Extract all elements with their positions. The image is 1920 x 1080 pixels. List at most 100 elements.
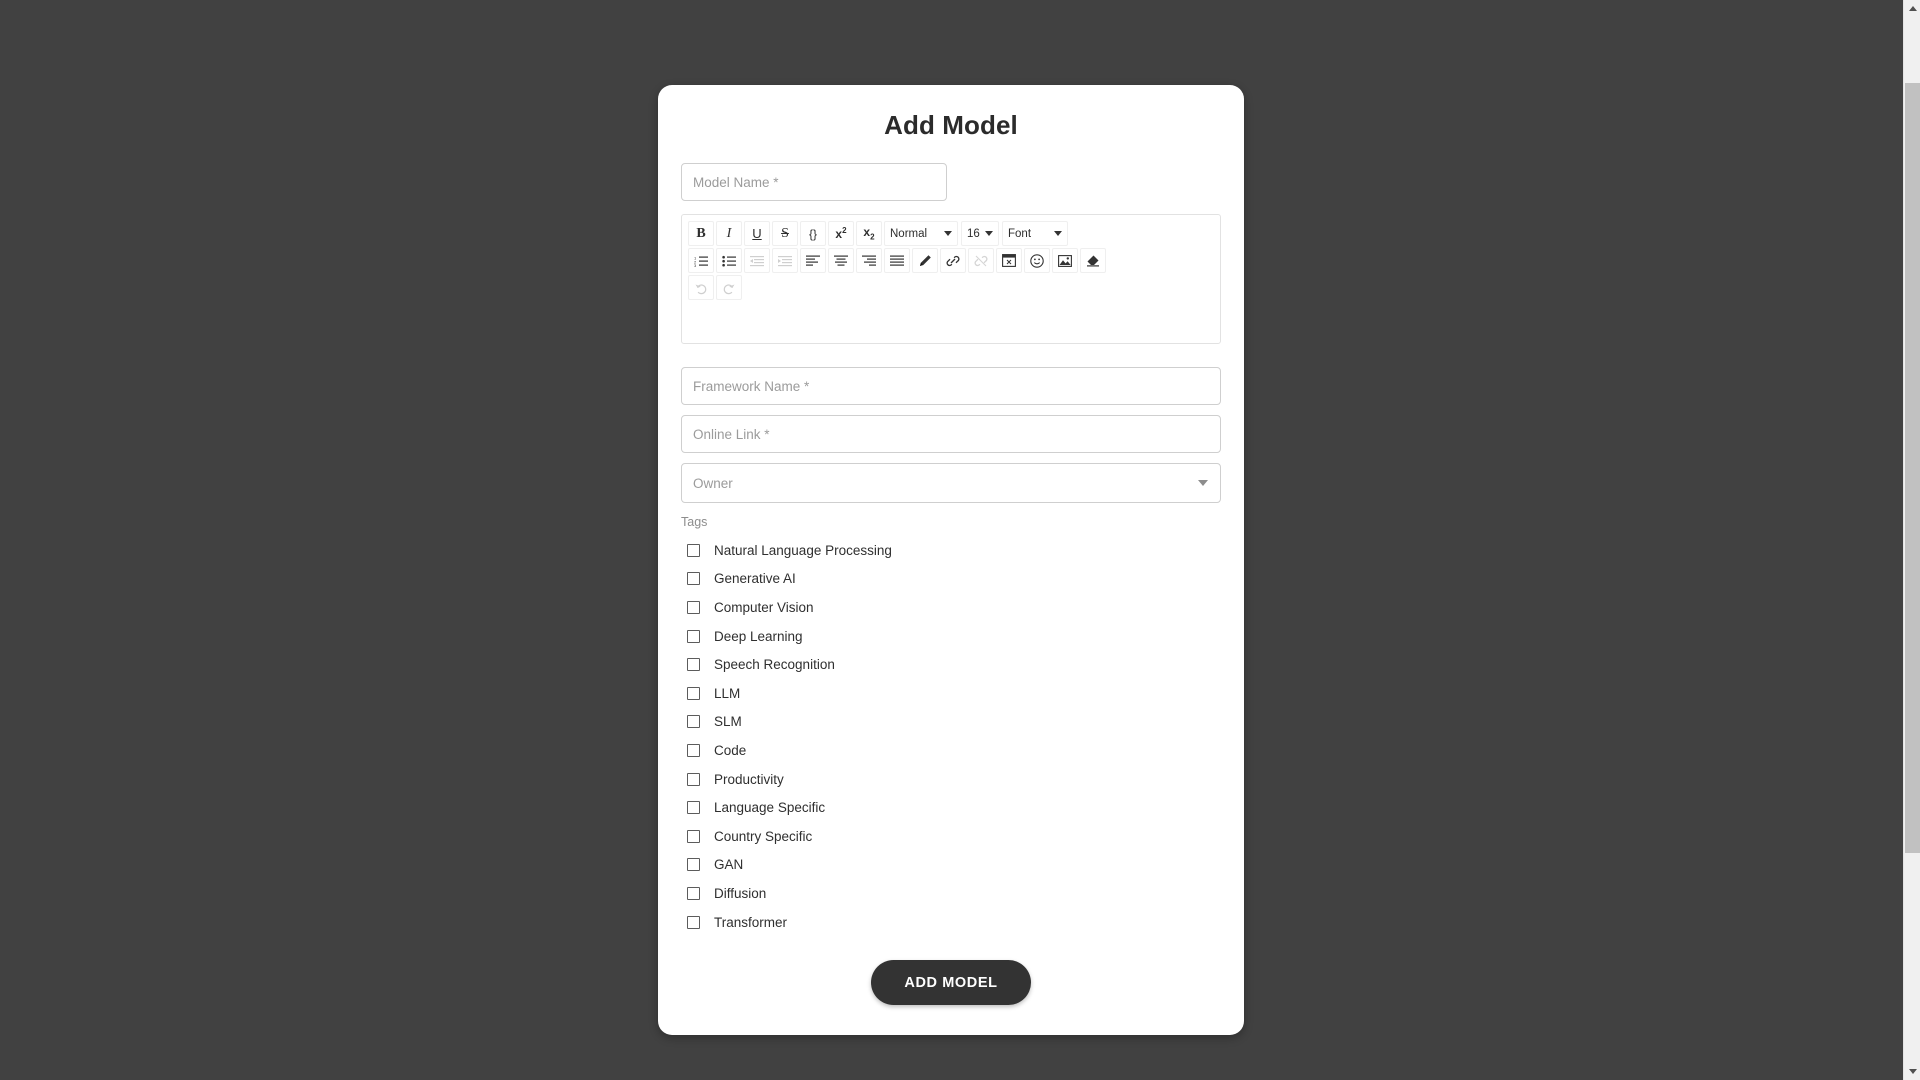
link-icon[interactable] [940,248,966,273]
tags-label: Tags [681,515,708,529]
tag-label: Productivity [714,771,784,787]
tag-label: SLM [714,714,742,730]
tag-item-gan[interactable]: GAN [681,851,1221,880]
unlink-icon[interactable] [968,248,994,273]
rich-text-editor: B I U S {} x2 x2 Normal 16 Font 1 2 3 [681,214,1221,344]
heading-select[interactable]: Normal [884,221,958,246]
chevron-down-icon [1054,231,1062,236]
clear-format-eraser-icon[interactable] [1080,248,1106,273]
model-name-input[interactable] [681,163,947,201]
owner-select-wrapper: Owner [681,463,1221,503]
tag-label: Code [714,742,747,758]
page-viewport: Add Model B I U S {} x2 x2 Normal [0,0,1903,1080]
scroll-down-button[interactable] [1904,1063,1920,1080]
owner-select[interactable]: Owner [681,463,1221,503]
tag-label: GAN [714,857,744,873]
add-model-card: Add Model B I U S {} x2 x2 Normal [658,85,1244,1036]
tag-item-code[interactable]: Code [681,736,1221,765]
scrollbar-thumb[interactable] [1905,83,1920,853]
checkbox-icon[interactable] [687,772,700,786]
checkbox-icon[interactable] [687,686,700,700]
tag-item-deep-learning[interactable]: Deep Learning [681,622,1221,651]
undo-icon[interactable] [688,275,714,300]
tag-label: LLM [714,685,741,701]
checkbox-icon[interactable] [687,572,700,586]
font-size-select[interactable]: 16 [961,221,999,246]
tag-label: Transformer [714,914,788,930]
emoji-icon[interactable] [1024,248,1050,273]
code-block-icon[interactable]: {} [800,221,826,246]
unordered-list-icon[interactable] [716,248,742,273]
checkbox-icon[interactable] [687,886,700,900]
tag-label: Speech Recognition [714,657,835,673]
align-center-icon[interactable] [828,248,854,273]
tag-label: Deep Learning [714,628,803,644]
triangle-down-icon [1908,1069,1917,1074]
owner-select-value: Owner [693,475,733,491]
scroll-up-button[interactable] [1904,0,1920,17]
checkbox-icon[interactable] [687,600,700,614]
font-family-select-value: Font [1008,227,1032,240]
framework-name-input[interactable] [681,367,1221,405]
tag-item-productivity[interactable]: Productivity [681,765,1221,794]
heading-select-value: Normal [890,227,928,240]
page-title: Add Model [884,110,1018,140]
submit-row: ADD MODEL [681,960,1221,1035]
online-link-input[interactable] [681,415,1221,453]
chevron-down-icon [944,231,952,236]
checkbox-icon[interactable] [687,743,700,757]
checkbox-icon[interactable] [687,658,700,672]
strikethrough-icon[interactable]: S [772,221,798,246]
tag-label: Generative AI [714,571,796,587]
superscript-icon[interactable]: x2 [828,221,854,246]
checkbox-icon[interactable] [687,858,700,872]
insert-image-icon[interactable] [1052,248,1078,273]
redo-icon[interactable] [716,275,742,300]
tag-item-slm[interactable]: SLM [681,708,1221,737]
outdent-icon[interactable] [744,248,770,273]
add-model-form: B I U S {} x2 x2 Normal 16 [658,163,1244,1035]
tag-item-diffusion[interactable]: Diffusion [681,879,1221,908]
tag-item-llm[interactable]: LLM [681,679,1221,708]
checkbox-icon[interactable] [687,543,700,557]
insert-table-icon[interactable] [996,248,1022,273]
tag-label: Computer Vision [714,599,814,615]
editor-toolbar-row-1: B I U S {} x2 x2 Normal 16 Font [686,220,1216,247]
chevron-down-icon [985,231,993,236]
checkbox-icon[interactable] [687,801,700,815]
tag-item-speech-recognition[interactable]: Speech Recognition [681,650,1221,679]
tag-label: Country Specific [714,828,813,844]
font-size-select-value: 16 [967,227,980,240]
bold-icon[interactable]: B [688,221,714,246]
font-family-select[interactable]: Font [1002,221,1068,246]
indent-icon[interactable] [772,248,798,273]
align-justify-icon[interactable] [884,248,910,273]
tag-item-language-specific[interactable]: Language Specific [681,793,1221,822]
tag-item-computer-vision[interactable]: Computer Vision [681,593,1221,622]
tag-label: Language Specific [714,800,826,816]
align-left-icon[interactable] [800,248,826,273]
subscript-icon[interactable]: x2 [856,221,882,246]
editor-toolbar-row-3 [686,274,1216,301]
add-model-button[interactable]: ADD MODEL [871,960,1031,1006]
align-right-icon[interactable] [856,248,882,273]
checkbox-icon[interactable] [687,915,700,929]
italic-icon[interactable]: I [716,221,742,246]
checkbox-icon[interactable] [687,715,700,729]
tag-item-country-specific[interactable]: Country Specific [681,822,1221,851]
tag-item-natural-language-processing[interactable]: Natural Language Processing [681,536,1221,565]
svg-text:3: 3 [694,263,697,267]
triangle-up-icon [1908,6,1917,11]
tag-item-transformer[interactable]: Transformer [681,908,1221,937]
text-color-pen-icon[interactable] [912,248,938,273]
checkbox-icon[interactable] [687,629,700,643]
editor-content-area[interactable] [686,301,1216,339]
page-scrollbar[interactable] [1903,0,1920,1080]
checkbox-icon[interactable] [687,829,700,843]
underline-icon[interactable]: U [744,221,770,246]
tag-label: Natural Language Processing [714,542,892,558]
editor-toolbar-row-2: 123 [686,247,1216,274]
ordered-list-icon[interactable]: 123 [688,248,714,273]
tag-label: Diffusion [714,885,767,901]
tag-item-generative-ai[interactable]: Generative AI [681,565,1221,594]
